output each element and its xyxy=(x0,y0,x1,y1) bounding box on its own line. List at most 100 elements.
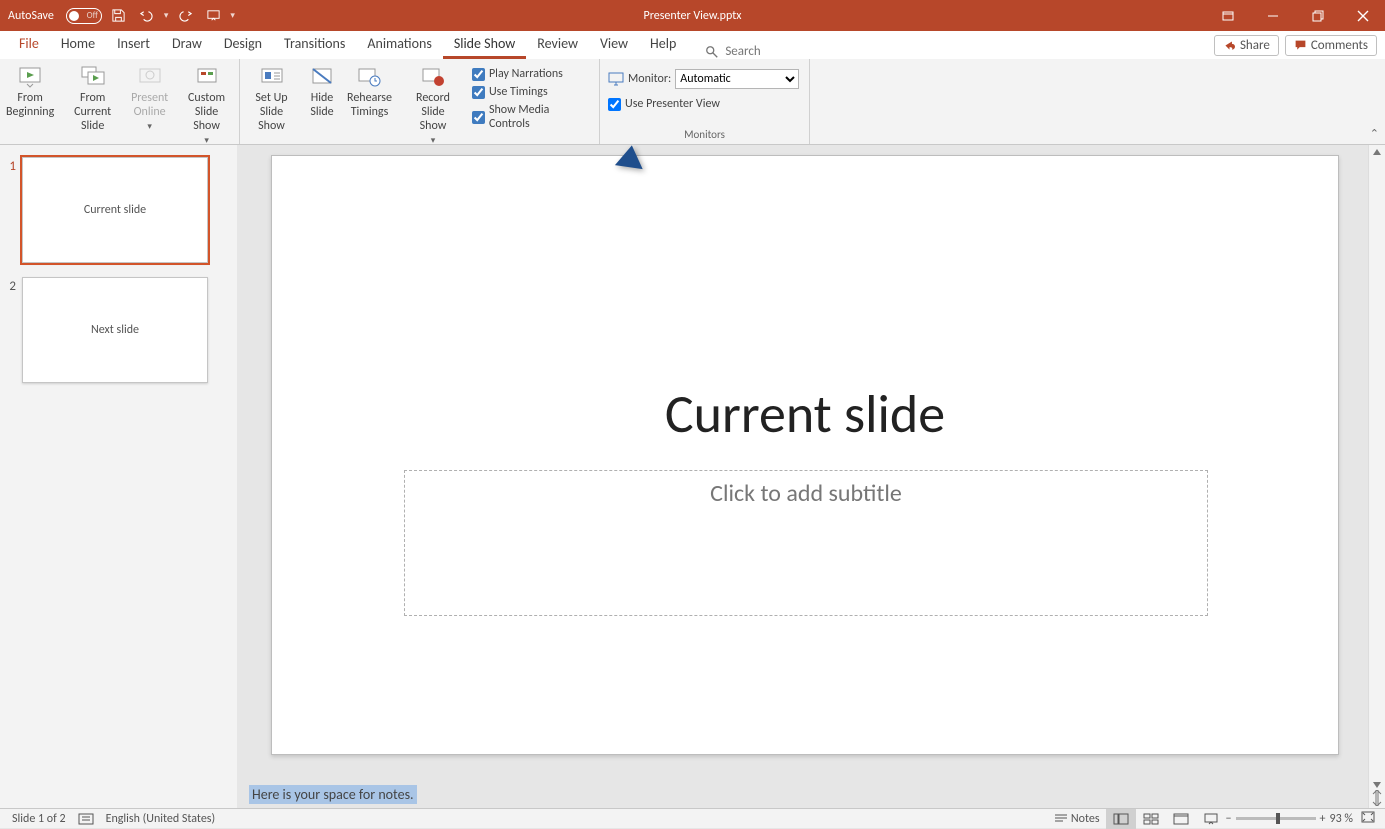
search-box[interactable] xyxy=(705,44,845,59)
minimize-icon[interactable] xyxy=(1250,0,1295,31)
present-online-button[interactable]: Present Online xyxy=(125,63,174,136)
record-button[interactable]: Record Slide Show xyxy=(398,63,468,150)
slide-thumbnail-2[interactable]: Next slide xyxy=(22,277,208,383)
rehearse-label: Rehearse Timings xyxy=(347,91,392,119)
quick-access-toolbar: AutoSave Off ▾ ▾ xyxy=(0,5,235,27)
from-current-icon xyxy=(80,65,106,89)
next-slide-icon[interactable] xyxy=(1372,798,1382,806)
setup-show-label: Set Up Slide Show xyxy=(246,91,297,133)
share-icon xyxy=(1223,39,1236,52)
tab-design[interactable]: Design xyxy=(213,31,273,59)
status-bar: Slide 1 of 2 English (United States) Not… xyxy=(0,808,1385,828)
slideshow-icon[interactable] xyxy=(202,5,224,27)
slide-counter[interactable]: Slide 1 of 2 xyxy=(6,809,72,829)
use-timings-checkbox[interactable]: Use Timings xyxy=(472,85,589,99)
title-placeholder[interactable]: Current slide xyxy=(272,381,1338,447)
rehearse-button[interactable]: Rehearse Timings xyxy=(341,63,398,121)
monitor-select[interactable]: Automatic xyxy=(675,69,799,89)
tab-home[interactable]: Home xyxy=(50,31,106,59)
from-beginning-icon xyxy=(17,65,43,89)
search-input[interactable] xyxy=(725,44,845,59)
restore-icon[interactable] xyxy=(1295,0,1340,31)
use-presenter-label: Use Presenter View xyxy=(625,97,720,111)
redo-icon[interactable] xyxy=(174,5,196,27)
reading-view-icon[interactable] xyxy=(1166,809,1196,829)
collapse-ribbon-icon[interactable]: ⌃ xyxy=(1370,127,1379,140)
thumbnail-row: 2 Next slide xyxy=(0,273,237,393)
normal-view-icon[interactable] xyxy=(1106,809,1136,829)
tab-review[interactable]: Review xyxy=(526,31,589,59)
record-icon xyxy=(420,65,446,89)
main-area: 1 Current slide 2 Next slide Current sli… xyxy=(0,145,1385,808)
from-beginning-button[interactable]: From Beginning xyxy=(0,63,60,121)
show-media-checkbox[interactable]: Show Media Controls xyxy=(472,103,589,131)
rehearse-icon xyxy=(356,65,382,89)
autosave-toggle[interactable]: Off xyxy=(66,8,102,24)
custom-show-label: Custom Slide Show xyxy=(180,91,233,133)
present-online-label: Present Online xyxy=(131,91,168,119)
tab-view[interactable]: View xyxy=(589,31,639,59)
setup-show-button[interactable]: Set Up Slide Show xyxy=(240,63,303,135)
sorter-view-icon[interactable] xyxy=(1136,809,1166,829)
fit-window-icon[interactable] xyxy=(1357,811,1379,827)
prev-slide-icon[interactable] xyxy=(1372,790,1382,798)
setup-show-icon xyxy=(259,65,285,89)
custom-show-button[interactable]: Custom Slide Show xyxy=(174,63,239,150)
ribbon-display-icon[interactable] xyxy=(1205,0,1250,31)
scroll-up-icon[interactable] xyxy=(1372,147,1382,157)
subtitle-placeholder[interactable]: Click to add subtitle xyxy=(404,470,1208,616)
from-current-button[interactable]: From Current Slide xyxy=(60,63,125,135)
thumbnail-row: 1 Current slide xyxy=(0,153,237,273)
slide-number: 2 xyxy=(6,277,22,294)
play-narrations-label: Play Narrations xyxy=(489,67,563,81)
slide-thumbnail-panel[interactable]: 1 Current slide 2 Next slide xyxy=(0,145,237,808)
share-button[interactable]: Share xyxy=(1214,35,1279,56)
use-timings-label: Use Timings xyxy=(489,85,548,99)
show-media-label: Show Media Controls xyxy=(489,103,589,131)
record-label: Record Slide Show xyxy=(404,91,462,133)
group-monitors-label: Monitors xyxy=(600,128,809,144)
ribbon-tabs: File Home Insert Draw Design Transitions… xyxy=(0,31,1385,59)
play-narrations-checkbox[interactable]: Play Narrations xyxy=(472,67,589,81)
canvas-area[interactable]: Current slide Click to add subtitle xyxy=(237,145,1368,780)
undo-icon[interactable] xyxy=(136,5,158,27)
tab-help[interactable]: Help xyxy=(639,31,687,59)
comments-button[interactable]: Comments xyxy=(1285,35,1377,56)
hide-slide-button[interactable]: Hide Slide xyxy=(303,63,341,121)
monitor-label: Monitor: xyxy=(628,72,671,86)
use-presenter-checkbox[interactable]: Use Presenter View xyxy=(608,97,799,111)
language-status[interactable]: English (United States) xyxy=(100,809,222,829)
from-beginning-label: From Beginning xyxy=(6,91,54,119)
comments-label: Comments xyxy=(1311,38,1368,53)
tab-insert[interactable]: Insert xyxy=(106,31,161,59)
slide-number: 1 xyxy=(6,157,22,174)
tab-slide-show[interactable]: Slide Show xyxy=(443,31,526,59)
spellcheck-icon[interactable] xyxy=(72,809,100,829)
title-bar: AutoSave Off ▾ ▾ Presenter View.pptx xyxy=(0,0,1385,31)
tab-animations[interactable]: Animations xyxy=(356,31,442,59)
tab-transitions[interactable]: Transitions xyxy=(273,31,356,59)
zoom-in-icon[interactable]: + xyxy=(1320,812,1326,826)
close-icon[interactable] xyxy=(1340,0,1385,31)
zoom-out-icon[interactable]: − xyxy=(1226,812,1232,826)
notes-pane[interactable]: Here is your space for notes. xyxy=(237,780,1368,808)
zoom-percent[interactable]: 93 % xyxy=(1330,812,1353,826)
slide-canvas[interactable]: Current slide Click to add subtitle xyxy=(271,155,1339,755)
scroll-down-icon[interactable] xyxy=(1372,780,1382,790)
ribbon: From Beginning From Current Slide Presen… xyxy=(0,59,1385,145)
tab-draw[interactable]: Draw xyxy=(161,31,213,59)
from-current-label: From Current Slide xyxy=(66,91,119,133)
window-controls xyxy=(1205,0,1385,31)
save-icon[interactable] xyxy=(108,5,130,27)
undo-dropdown-icon[interactable]: ▾ xyxy=(164,10,169,21)
zoom-slider[interactable] xyxy=(1236,817,1316,820)
slide-editor: Current slide Click to add subtitle Here… xyxy=(237,145,1368,808)
notes-button[interactable]: Notes xyxy=(1048,809,1106,829)
qat-customize-icon[interactable]: ▾ xyxy=(230,10,235,21)
notes-text[interactable]: Here is your space for notes. xyxy=(249,785,417,804)
share-label: Share xyxy=(1240,38,1270,53)
slide-thumbnail-1[interactable]: Current slide xyxy=(22,157,208,263)
vertical-scrollbar[interactable] xyxy=(1368,145,1385,808)
tab-file[interactable]: File xyxy=(8,31,50,59)
slideshow-view-icon[interactable] xyxy=(1196,809,1226,829)
